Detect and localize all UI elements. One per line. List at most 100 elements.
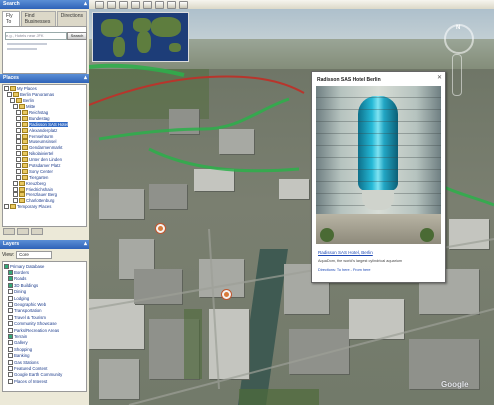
tab-find-businesses[interactable]: Find Businesses — [20, 11, 56, 26]
layer-checkbox-icon[interactable] — [8, 314, 13, 320]
layer-checkbox-icon[interactable] — [8, 295, 13, 301]
checkbox-icon[interactable] — [16, 133, 21, 139]
places-tree-item[interactable]: Temporary Places — [3, 204, 86, 210]
places-tree-item-label: Fernsehturm — [29, 133, 54, 139]
checkbox-icon[interactable] — [16, 168, 21, 174]
compass-control[interactable]: N — [444, 24, 474, 54]
layers-tree[interactable]: Primary Database Borders Roads 3D Buildings… — [2, 261, 87, 392]
layers-tree-item-label: Terrain — [14, 333, 28, 339]
layers-panel-header[interactable]: Layers ▴ — [0, 240, 89, 249]
places-tree-item-label: Berlin Panoramas — [20, 92, 55, 98]
add-place-button[interactable] — [17, 228, 29, 235]
layers-tree-item-label: Parks/Recreation Areas — [14, 327, 60, 333]
layers-tree-item-label: Primary Database — [10, 263, 45, 269]
checkbox-icon[interactable] — [4, 86, 9, 92]
checkbox-icon[interactable] — [16, 163, 21, 169]
layer-checkbox-icon[interactable] — [8, 302, 13, 308]
checkbox-icon[interactable] — [16, 121, 21, 127]
layer-checkbox-icon[interactable] — [8, 276, 13, 282]
placemark-icon[interactable] — [221, 289, 232, 300]
layers-tree-item-label: Transportation — [14, 308, 42, 314]
checkbox-icon[interactable] — [16, 110, 21, 115]
collapse-icon[interactable]: ▴ — [84, 74, 87, 83]
add-overlay-button[interactable] — [143, 0, 152, 9]
layer-checkbox-icon[interactable] — [4, 263, 9, 269]
checkbox-icon[interactable] — [13, 192, 18, 198]
add-path-button[interactable] — [131, 0, 140, 9]
compass-north-label: N — [456, 25, 461, 31]
checkbox-icon[interactable] — [16, 174, 21, 180]
tab-fly-to[interactable]: Fly To — [2, 11, 20, 26]
places-tree-item-label: Sony Center — [29, 168, 53, 174]
layers-view-select[interactable]: Core — [16, 251, 53, 259]
balloon-link[interactable]: Radisson SAS Hotel, Berlin — [318, 250, 373, 255]
layers-tree-item-label: Google Earth Community — [14, 372, 63, 378]
collapse-icon[interactable]: ▴ — [84, 0, 87, 9]
layer-checkbox-icon[interactable] — [8, 308, 13, 314]
places-tree-item-label: Nikolaiviertel — [29, 151, 54, 157]
print-button[interactable] — [179, 0, 188, 9]
places-tree-item-label: Radisson SAS Hotel — [29, 121, 68, 127]
hide-sidebar-button[interactable] — [95, 0, 104, 9]
layer-checkbox-icon[interactable] — [8, 333, 13, 339]
balloon-photo — [316, 86, 441, 244]
tab-directions[interactable]: Directions — [56, 11, 87, 26]
search-places-button[interactable] — [3, 228, 15, 235]
places-tree[interactable]: My Places Berlin Panoramas Berlin Mitte Reic… — [2, 84, 87, 227]
layer-checkbox-icon[interactable] — [8, 365, 13, 371]
layer-checkbox-icon[interactable] — [8, 353, 13, 359]
checkbox-icon[interactable] — [13, 186, 18, 192]
checkbox-icon[interactable] — [13, 180, 18, 186]
earth-3d-view[interactable]: N Google Radisson SAS Hotel Berlin ✕ Rad… — [89, 9, 494, 405]
layer-checkbox-icon[interactable] — [8, 270, 13, 276]
folder-icon — [22, 115, 28, 121]
search-button[interactable]: Search — [67, 32, 87, 40]
placemark-icon[interactable] — [155, 223, 166, 234]
folder-icon — [13, 92, 19, 98]
layer-checkbox-icon[interactable] — [8, 340, 13, 346]
play-tour-button[interactable] — [31, 228, 43, 235]
search-input[interactable]: e.g., Hotels near JFK — [5, 32, 67, 40]
layer-checkbox-icon[interactable] — [8, 372, 13, 378]
layer-checkbox-icon[interactable] — [8, 378, 13, 384]
checkbox-icon[interactable] — [16, 139, 21, 145]
layers-tree-item[interactable]: Places of Interest — [3, 378, 86, 384]
checkbox-icon[interactable] — [16, 115, 21, 121]
add-placemark-button[interactable] — [107, 0, 116, 9]
layer-checkbox-icon[interactable] — [8, 359, 13, 365]
balloon-directions-link[interactable]: Directions: To here - From here — [318, 268, 370, 272]
places-tree-item-label: Museumsinsel — [29, 139, 57, 145]
checkbox-icon[interactable] — [16, 127, 21, 133]
layer-checkbox-icon[interactable] — [8, 282, 13, 288]
layer-checkbox-icon[interactable] — [8, 289, 13, 295]
places-tree-item-label: Berlin — [23, 98, 34, 104]
checkbox-icon[interactable] — [10, 98, 15, 104]
search-panel-header[interactable]: Search ▴ — [0, 0, 89, 9]
layer-checkbox-icon[interactable] — [8, 321, 13, 327]
collapse-icon[interactable]: ▴ — [84, 240, 87, 249]
folder-icon — [22, 168, 28, 174]
zoom-slider[interactable] — [452, 54, 462, 96]
places-tree-item-label: Charlottenburg — [26, 198, 55, 204]
layer-checkbox-icon[interactable] — [8, 346, 13, 352]
overview-minimap[interactable] — [92, 12, 189, 62]
layers-tree-item-label: Community Showcase — [14, 321, 57, 327]
folder-icon — [19, 104, 25, 110]
places-panel-header[interactable]: Places ▴ — [0, 74, 89, 83]
email-button[interactable] — [167, 0, 176, 9]
layer-checkbox-icon[interactable] — [8, 327, 13, 333]
layers-panel-title: Layers — [3, 241, 20, 247]
folder-icon — [19, 186, 25, 192]
checkbox-icon[interactable] — [16, 151, 21, 157]
checkbox-icon[interactable] — [13, 198, 18, 204]
close-icon[interactable]: ✕ — [437, 74, 442, 81]
checkbox-icon[interactable] — [7, 92, 12, 98]
checkbox-icon[interactable] — [4, 204, 9, 210]
checkbox-icon[interactable] — [16, 157, 21, 163]
layers-tree-item-label: 3D Buildings — [14, 282, 39, 288]
checkbox-icon[interactable] — [13, 104, 18, 110]
checkbox-icon[interactable] — [16, 145, 21, 151]
places-tree-item-label: Friedrichshain — [26, 186, 53, 192]
ruler-button[interactable] — [155, 0, 164, 9]
add-polygon-button[interactable] — [119, 0, 128, 9]
